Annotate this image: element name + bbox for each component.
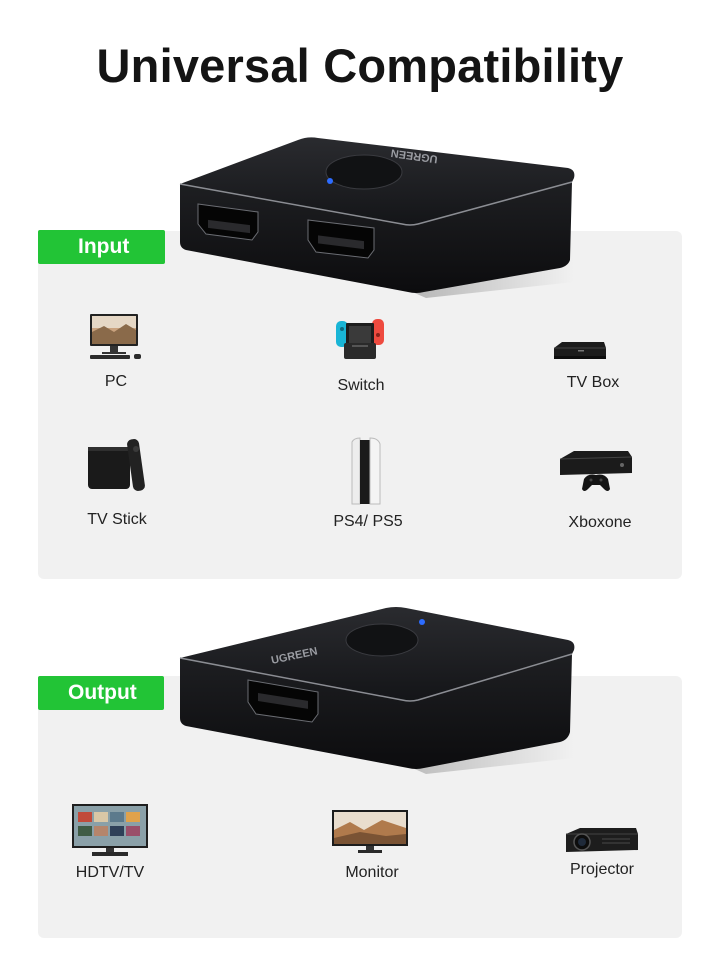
device-label-tv-box: TV Box [566, 374, 620, 391]
device-label-monitor: Monitor [345, 864, 399, 881]
device-label-hdtv: HDTV/TV [75, 864, 145, 881]
hdmi-switch-output-device: UGREEN [179, 607, 575, 774]
input-tag: Input [38, 230, 165, 264]
tv-box-icon [554, 342, 606, 359]
device-label-switch: Switch [337, 377, 385, 394]
playstation-icon [351, 437, 381, 505]
page-title: Universal Compatibility [96, 39, 624, 92]
device-label-tv-stick: TV Stick [87, 511, 147, 528]
pc-icon [90, 314, 141, 359]
hdtv-icon [72, 804, 148, 856]
device-label-pc: PC [104, 373, 128, 390]
xbox-icon [559, 451, 633, 491]
device-label-projector: Projector [569, 861, 635, 878]
device-label-xbox: Xboxone [568, 514, 632, 531]
output-tag: Output [38, 676, 164, 710]
monitor-icon [332, 810, 408, 853]
switch-console-icon [336, 319, 384, 359]
projector-icon [566, 828, 638, 852]
hdmi-switch-input-device: UGREEN [179, 137, 575, 298]
device-label-ps: PS4/ PS5 [333, 513, 403, 530]
tv-stick-icon [88, 439, 145, 491]
